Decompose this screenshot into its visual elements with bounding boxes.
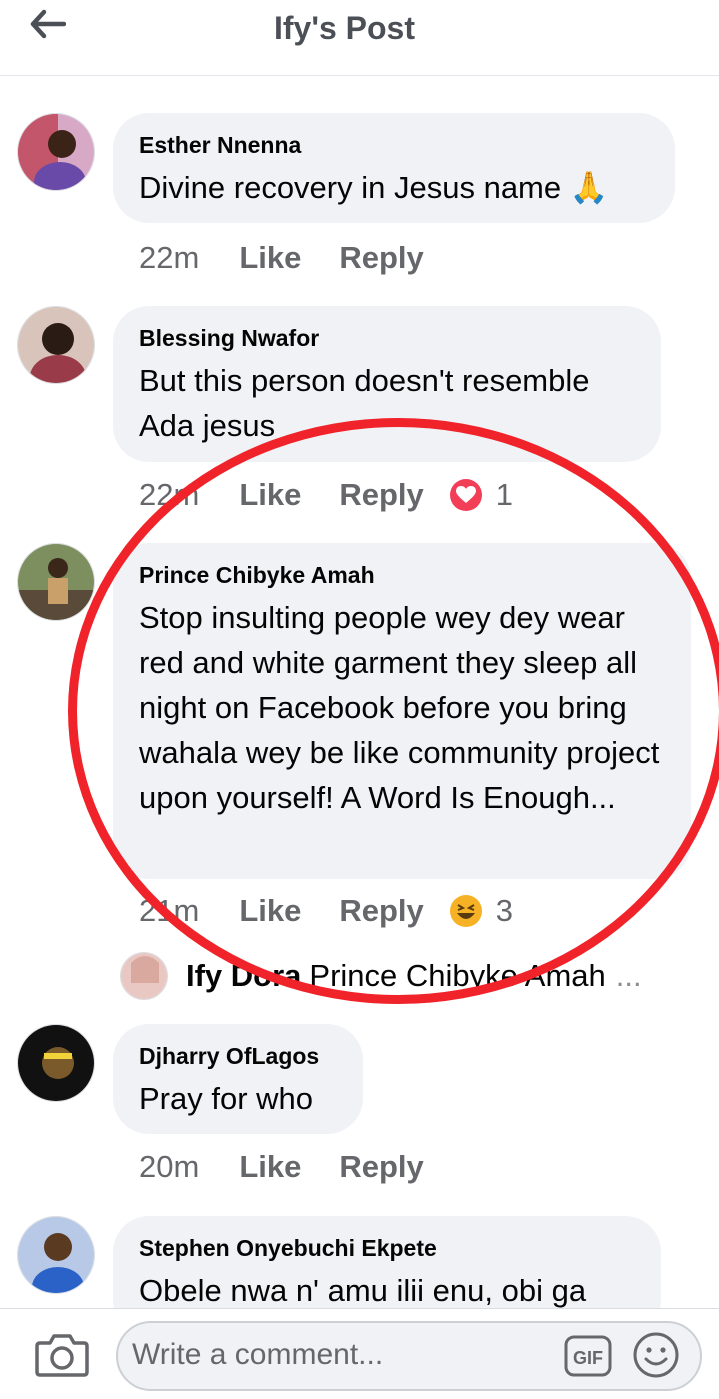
comment-meta: 21m Like Reply 3 <box>139 893 513 929</box>
reply-button[interactable]: Reply <box>339 893 423 929</box>
reaction-summary[interactable]: 3 <box>449 893 514 929</box>
haha-reaction-icon <box>449 895 482 927</box>
gif-button[interactable]: GIF <box>564 1335 612 1377</box>
comment-text: Pray for who <box>139 1081 314 1116</box>
reply-button[interactable]: Reply <box>339 240 423 276</box>
comment-author[interactable]: Esther Nnenna <box>139 131 649 159</box>
reaction-summary[interactable]: 1 <box>449 477 514 513</box>
comment-bubble: Esther Nnenna Divine recovery in Jesus n… <box>113 113 675 223</box>
like-button[interactable]: Like <box>239 240 301 276</box>
avatar[interactable] <box>17 543 95 621</box>
emoji-button[interactable] <box>632 1331 680 1379</box>
comment-bubble: Djharry OfLagos Pray for who <box>113 1024 363 1134</box>
comment-meta: 22m Like Reply <box>139 240 462 276</box>
avatar[interactable] <box>17 1024 95 1102</box>
reply-button[interactable]: Reply <box>339 1149 423 1185</box>
comment-text: But this person doesn't resemble Ada jes… <box>139 363 590 443</box>
comment-time: 22m <box>139 477 200 512</box>
comment-author[interactable]: Djharry OfLagos <box>139 1042 337 1070</box>
reaction-count: 1 <box>495 477 514 512</box>
reply-author: Ify Dora <box>186 958 302 993</box>
top-bar: Ify's Post <box>0 0 719 76</box>
comment-text: Stop insulting people wey dey wear red a… <box>139 600 660 815</box>
page-title: Ify's Post <box>274 10 415 46</box>
avatar[interactable] <box>17 306 95 384</box>
reply-text: Prince Chibyke Amah <box>309 958 606 993</box>
comment-bubble: Prince Chibyke Amah Stop insulting peopl… <box>113 543 691 879</box>
comment-meta: 22m Like Reply 1 <box>139 477 513 513</box>
comment-text: Divine recovery in Jesus name 🙏 <box>139 170 609 205</box>
camera-button[interactable] <box>34 1331 90 1379</box>
like-button[interactable]: Like <box>239 1149 301 1185</box>
comment-input-placeholder[interactable]: Write a comment... <box>132 1338 383 1372</box>
reply-preview[interactable]: Ify Dora Prince Chibyke Amah ... <box>120 952 642 1000</box>
avatar[interactable] <box>17 1216 95 1294</box>
comment-input[interactable]: Write a comment... GIF <box>116 1321 702 1391</box>
like-button[interactable]: Like <box>239 893 301 929</box>
like-button[interactable]: Like <box>239 477 301 513</box>
avatar <box>120 952 168 1000</box>
comment-author[interactable]: Prince Chibyke Amah <box>139 561 665 589</box>
reaction-count: 3 <box>495 893 514 928</box>
comment-time: 21m <box>139 893 200 928</box>
comment-time: 22m <box>139 240 200 275</box>
comment-author[interactable]: Blessing Nwafor <box>139 324 635 352</box>
emoji-icon <box>633 1332 679 1378</box>
avatar[interactable] <box>17 113 95 191</box>
reply-more: ... <box>615 958 642 993</box>
gif-icon: GIF <box>564 1335 612 1377</box>
love-reaction-icon <box>449 479 482 511</box>
gif-label: GIF <box>573 1348 603 1368</box>
comment-composer: Write a comment... GIF <box>0 1308 719 1399</box>
comment-author[interactable]: Stephen Onyebuchi Ekpete <box>139 1234 635 1262</box>
comment-bubble: Blessing Nwafor But this person doesn't … <box>113 306 661 462</box>
reply-button[interactable]: Reply <box>339 477 423 513</box>
comment-text: Obele nwa n' amu ilii enu, obi ga <box>139 1273 587 1308</box>
camera-icon <box>35 1334 89 1377</box>
comment-meta: 20m Like Reply <box>139 1149 462 1185</box>
comment-time: 20m <box>139 1149 200 1184</box>
